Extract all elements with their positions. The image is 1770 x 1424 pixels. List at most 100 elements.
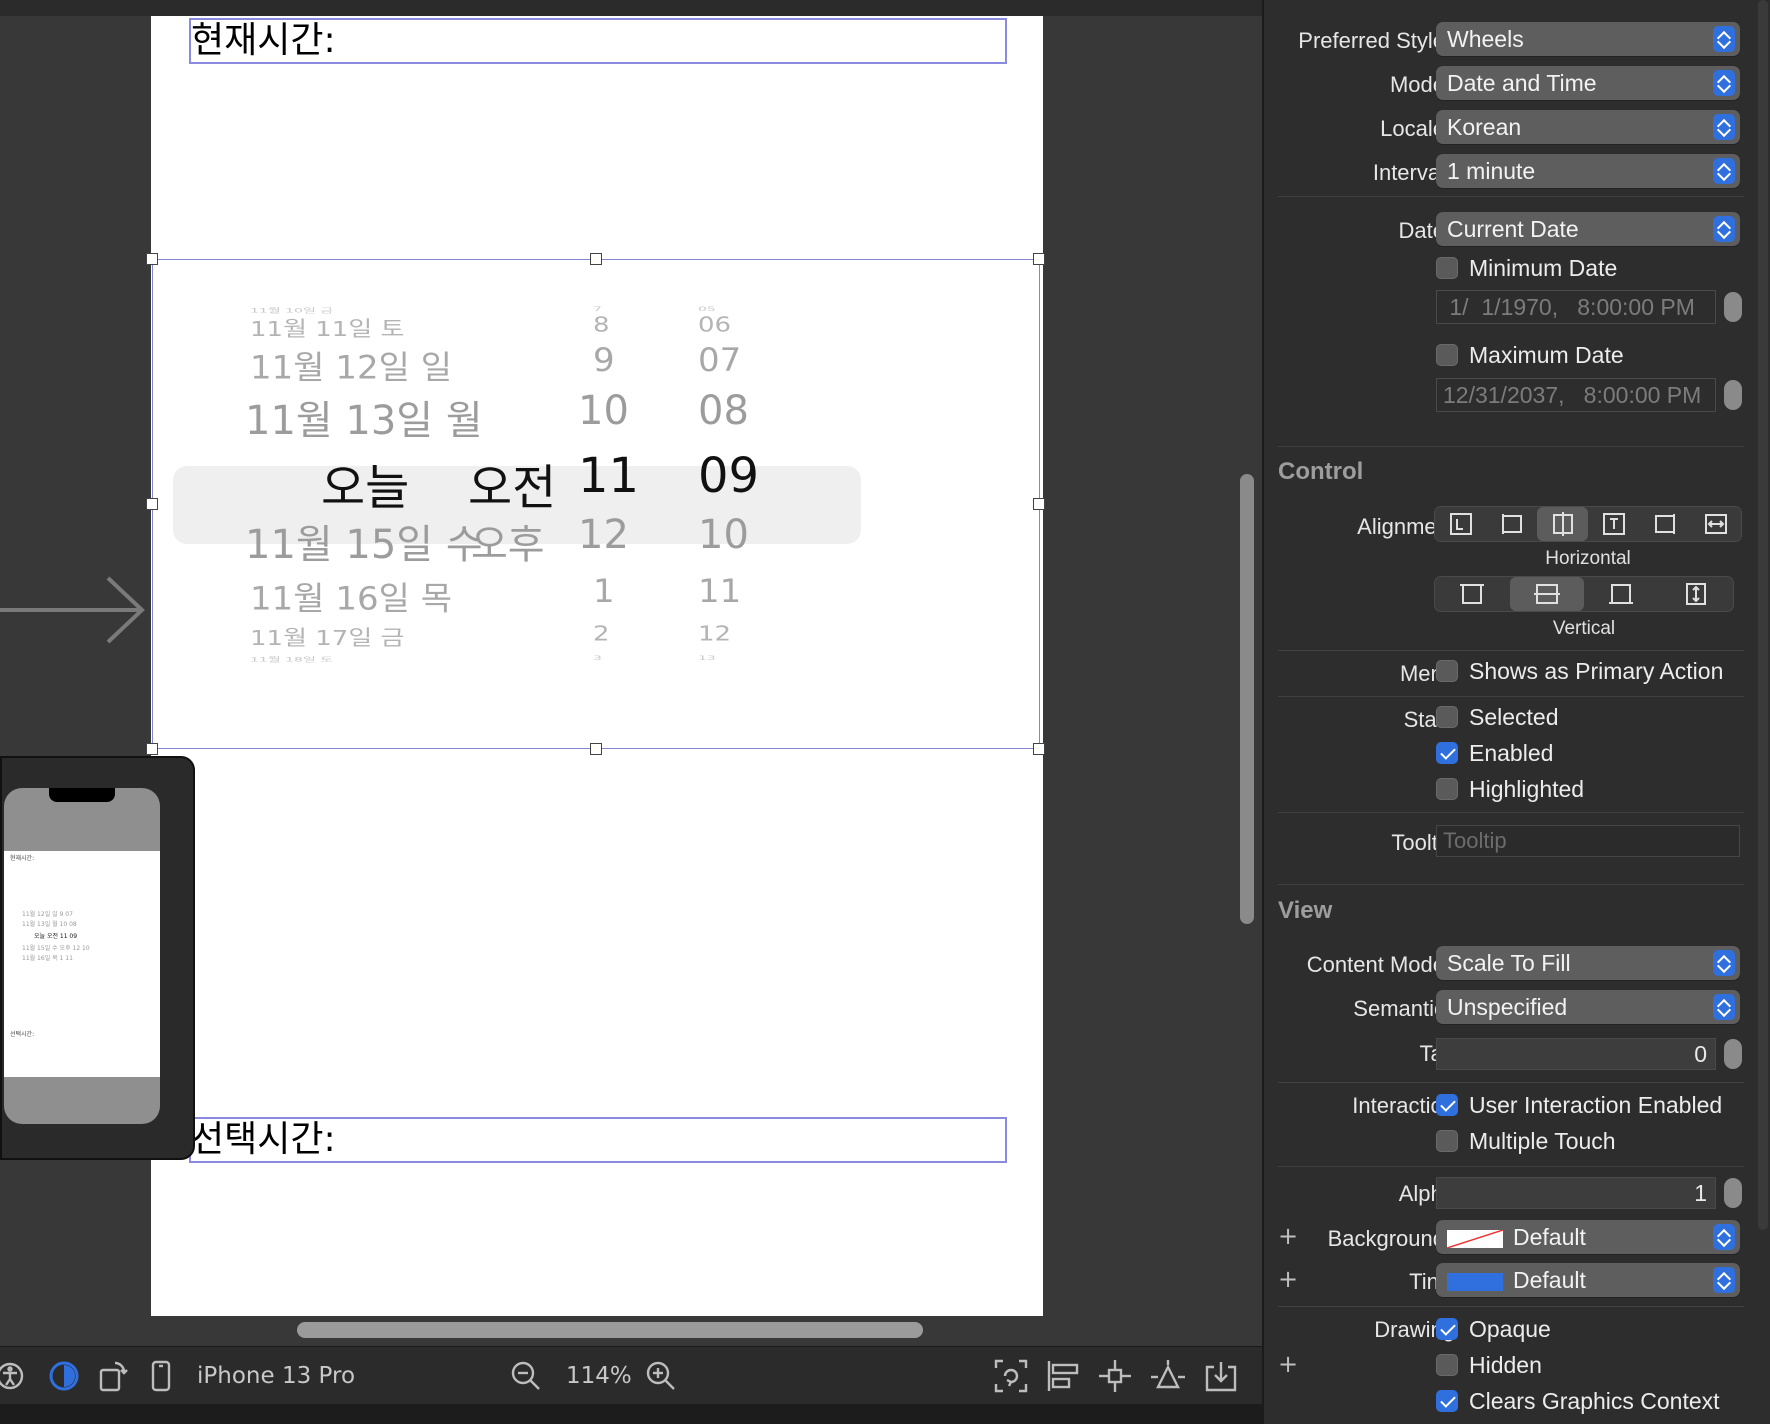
align-center-vertical-icon[interactable] bbox=[1509, 577, 1584, 611]
alpha-field[interactable]: 1 bbox=[1436, 1177, 1716, 1209]
content-mode-popup[interactable]: Scale To Fill bbox=[1436, 946, 1740, 980]
picker-date: 11월 18일 토 bbox=[250, 655, 334, 664]
tooltip-field[interactable]: Tooltip bbox=[1436, 825, 1740, 857]
embed-in-icon[interactable] bbox=[1204, 1357, 1238, 1395]
minimap-line: 오늘 오전 11 09 bbox=[34, 933, 78, 940]
vertical-scrollbar[interactable] bbox=[1240, 474, 1254, 924]
add-constraints-icon[interactable] bbox=[1098, 1357, 1132, 1395]
preferred-style-label: Preferred Style bbox=[1298, 28, 1445, 53]
tag-stepper[interactable] bbox=[1724, 1039, 1742, 1069]
minimap-line: 11월 12일 일 9 07 bbox=[22, 911, 73, 918]
horizontal-caption: Horizontal bbox=[1545, 548, 1631, 569]
background-value: Default bbox=[1513, 1224, 1586, 1250]
current-time-label[interactable]: 현재시간: bbox=[189, 18, 1007, 64]
align-fill-vertical-icon[interactable] bbox=[1659, 577, 1734, 611]
minimum-date-stepper[interactable] bbox=[1724, 292, 1742, 322]
picker-row[interactable]: 11월 18일 토 3 13 bbox=[153, 655, 1041, 682]
tint-popup[interactable]: Default bbox=[1436, 1263, 1740, 1297]
resize-handle-bottom[interactable] bbox=[590, 743, 602, 755]
selected-time-label[interactable]: 선택시간: bbox=[189, 1117, 1007, 1163]
hidden-checkbox[interactable] bbox=[1436, 1354, 1458, 1376]
picker-row[interactable]: 11월 13일 월 10 08 bbox=[153, 388, 1041, 448]
maximum-date-field[interactable]: 12/31/2037, 8:00:00 PM bbox=[1436, 378, 1716, 412]
date-popup[interactable]: Current Date bbox=[1436, 212, 1740, 246]
storyboard-canvas[interactable]: 현재시간: 11월 10일 금 7 05 11월 11일 토 8 06 11월 12일 일9… bbox=[0, 0, 1262, 1424]
enabled-checkbox[interactable] bbox=[1436, 742, 1458, 764]
accessibility-icon[interactable] bbox=[0, 1357, 28, 1395]
align-leading-icon[interactable] bbox=[1435, 507, 1486, 541]
appearance-icon[interactable] bbox=[48, 1357, 80, 1395]
multiple-touch-checkbox[interactable] bbox=[1436, 1130, 1458, 1152]
align-trailing-icon[interactable] bbox=[1588, 507, 1639, 541]
add-hidden-variation-button[interactable]: + bbox=[1278, 1350, 1298, 1378]
background-label: Background bbox=[1327, 1226, 1445, 1251]
resize-handle-left[interactable] bbox=[146, 498, 158, 510]
vertical-alignment-control[interactable] bbox=[1434, 576, 1734, 612]
highlighted-label: Highlighted bbox=[1469, 776, 1585, 802]
picker-date: 11월 11일 토 bbox=[250, 317, 405, 342]
align-fill-horizontal-icon[interactable] bbox=[1690, 507, 1741, 541]
update-frames-icon[interactable] bbox=[994, 1357, 1028, 1395]
resize-handle-bottom-left[interactable] bbox=[146, 743, 158, 755]
minimum-date-checkbox[interactable] bbox=[1436, 257, 1458, 279]
selected-checkbox[interactable] bbox=[1436, 706, 1458, 728]
highlighted-checkbox[interactable] bbox=[1436, 778, 1458, 800]
align-center-icon[interactable] bbox=[1537, 507, 1588, 541]
picker-hour: 12 bbox=[578, 512, 629, 558]
picker-minute: 08 bbox=[698, 388, 749, 434]
date-picker[interactable]: 11월 10일 금 7 05 11월 11일 토 8 06 11월 12일 일 9 07 11월 … bbox=[146, 253, 1045, 755]
picker-minute: 06 bbox=[698, 313, 732, 337]
shows-as-primary-action-checkbox[interactable] bbox=[1436, 660, 1458, 682]
entry-point-arrow-icon[interactable] bbox=[0, 575, 150, 645]
zoom-in-icon[interactable] bbox=[645, 1357, 677, 1395]
clears-graphics-context-checkbox[interactable] bbox=[1436, 1390, 1458, 1412]
picker-ampm: 오전 bbox=[468, 460, 557, 516]
chevron-updown-icon bbox=[1713, 26, 1735, 52]
picker-row[interactable]: 11월 16일 목 1 11 bbox=[153, 573, 1041, 630]
minimap-line: 현재시간: bbox=[10, 855, 35, 862]
mode-popup[interactable]: Date and Time bbox=[1436, 66, 1740, 100]
horizontal-scrollbar[interactable] bbox=[297, 1322, 923, 1338]
zoom-out-icon[interactable] bbox=[510, 1357, 542, 1395]
align-bottom-icon[interactable] bbox=[1584, 577, 1659, 611]
zoom-level[interactable]: 114% bbox=[566, 1357, 632, 1395]
resize-handle-bottom-right[interactable] bbox=[1033, 743, 1045, 755]
device-icon[interactable] bbox=[150, 1357, 172, 1395]
maximum-date-checkbox[interactable] bbox=[1436, 344, 1458, 366]
clears-graphics-context-label: Clears Graphics Context bbox=[1469, 1388, 1720, 1414]
view-controller-scene[interactable]: 현재시간: 11월 10일 금 7 05 11월 11일 토 8 06 11월 12일 일9… bbox=[146, 16, 1045, 1316]
locale-popup[interactable]: Korean bbox=[1436, 110, 1740, 144]
interval-popup[interactable]: 1 minute bbox=[1436, 154, 1740, 188]
device-minimap[interactable]: 현재시간: 11월 12일 일 9 07 11월 13일 월 10 08 오늘 … bbox=[0, 756, 195, 1160]
orientation-icon[interactable] bbox=[98, 1357, 128, 1395]
user-interaction-enabled-checkbox[interactable] bbox=[1436, 1094, 1458, 1116]
separator bbox=[1278, 196, 1744, 197]
align-right-icon[interactable] bbox=[1639, 507, 1690, 541]
separator bbox=[1278, 650, 1744, 651]
resize-handle-top-right[interactable] bbox=[1033, 253, 1045, 265]
picker-selected-row[interactable]: 오늘 오전 11 09 bbox=[153, 448, 1041, 516]
tag-field[interactable]: 0 bbox=[1436, 1038, 1716, 1070]
align-left-icon[interactable] bbox=[1486, 507, 1537, 541]
date-value: Current Date bbox=[1447, 216, 1579, 242]
resolve-issues-icon[interactable] bbox=[1150, 1357, 1186, 1395]
background-popup[interactable]: Default bbox=[1436, 1220, 1740, 1254]
semantic-popup[interactable]: Unspecified bbox=[1436, 990, 1740, 1024]
resize-handle-top-left[interactable] bbox=[146, 253, 158, 265]
align-top-icon[interactable] bbox=[1435, 577, 1510, 611]
interval-value: 1 minute bbox=[1447, 158, 1536, 184]
minimap-line: 11월 15일 수 오후 12 10 bbox=[22, 945, 90, 952]
user-interaction-enabled-label: User Interaction Enabled bbox=[1469, 1092, 1723, 1118]
align-icon[interactable] bbox=[1046, 1357, 1080, 1395]
horizontal-alignment-control[interactable] bbox=[1434, 506, 1742, 542]
maximum-date-stepper[interactable] bbox=[1724, 380, 1742, 410]
resize-handle-top[interactable] bbox=[590, 253, 602, 265]
alpha-stepper[interactable] bbox=[1724, 1178, 1742, 1208]
preferred-style-popup[interactable]: Wheels bbox=[1436, 22, 1740, 56]
resize-handle-right[interactable] bbox=[1033, 498, 1045, 510]
minimum-date-field[interactable]: 1/ 1/1970, 8:00:00 PM bbox=[1436, 290, 1716, 324]
device-selector[interactable]: iPhone 13 Pro bbox=[197, 1357, 355, 1395]
picker-hour: 8 bbox=[593, 313, 610, 337]
picker-row[interactable]: 11월 15일 수 오후 12 10 bbox=[153, 512, 1041, 572]
opaque-checkbox[interactable] bbox=[1436, 1318, 1458, 1340]
